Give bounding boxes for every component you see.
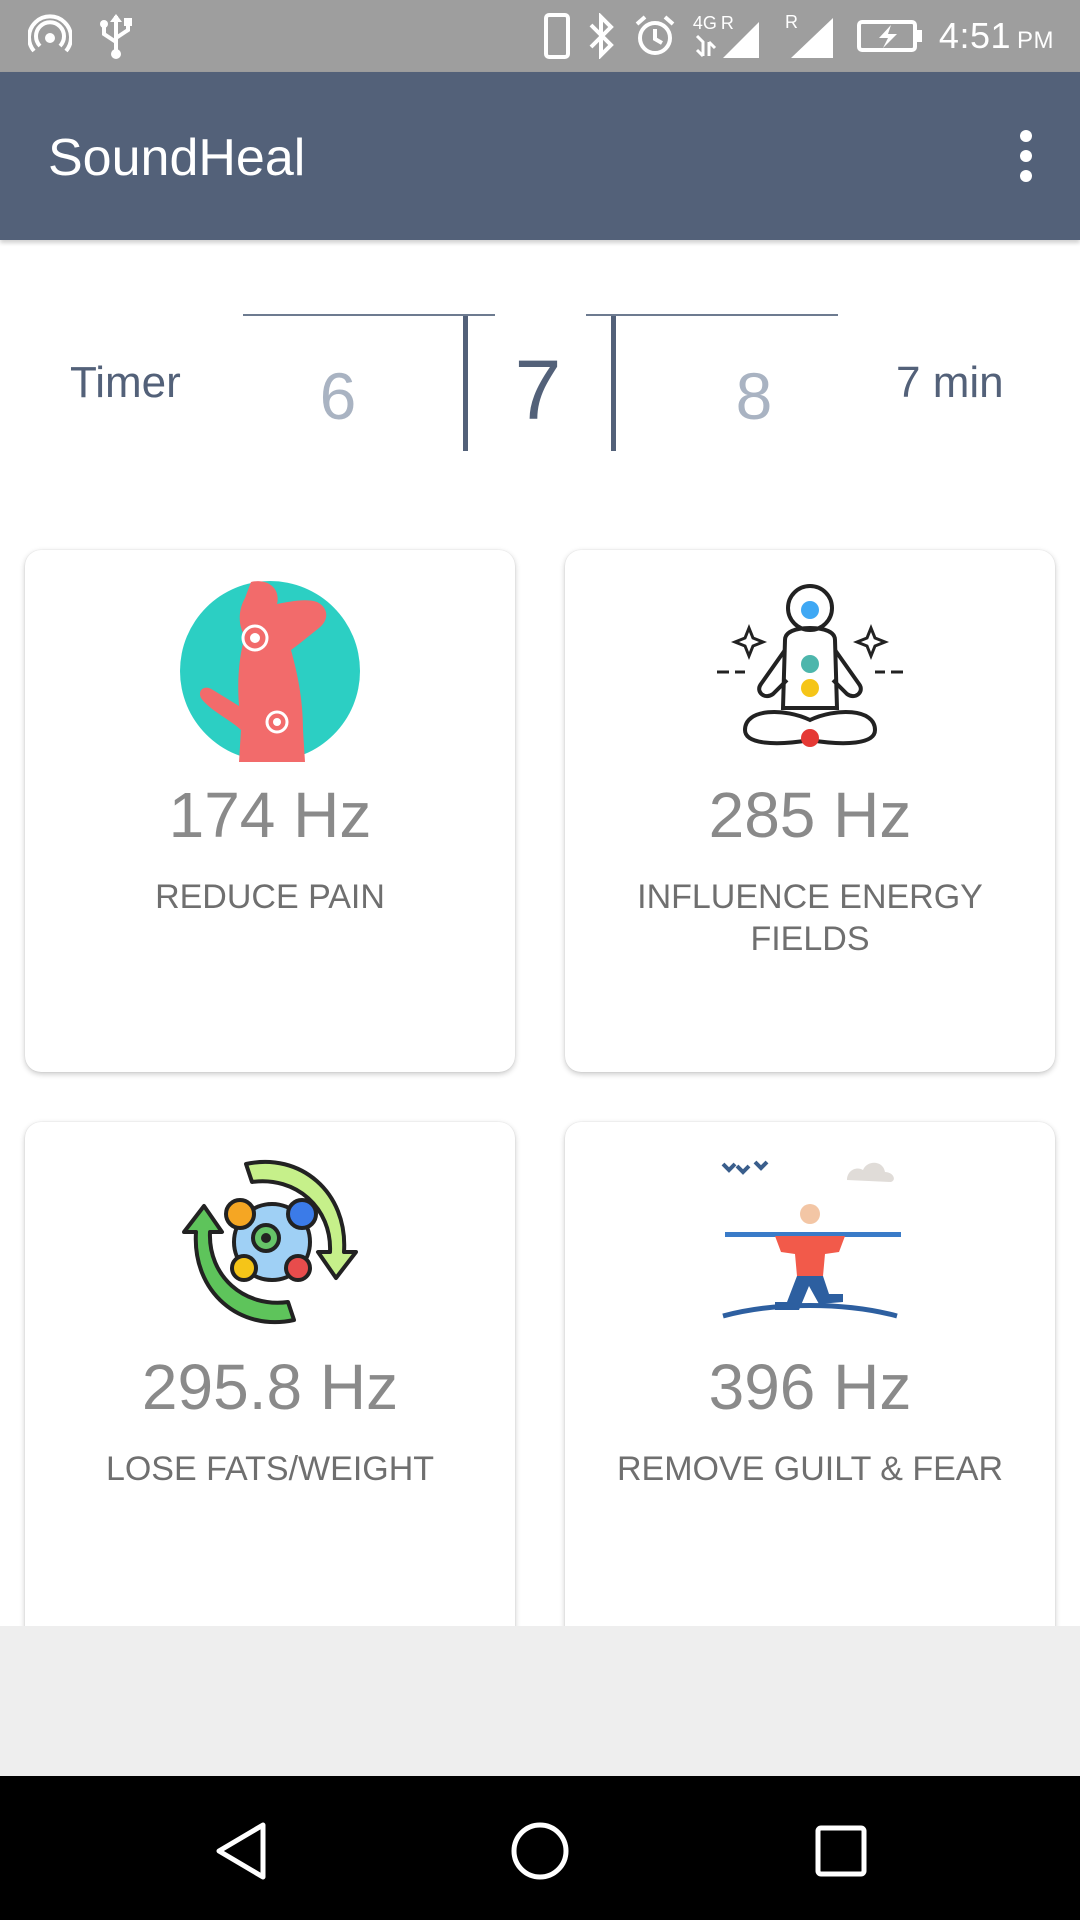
battery-charging-icon [856, 19, 923, 53]
more-vert-icon-dot [1020, 150, 1032, 162]
frequency-description: LOSE FATS/WEIGHT [105, 1450, 435, 1488]
usb-icon [98, 12, 134, 60]
back-button[interactable] [196, 1806, 286, 1896]
recents-button[interactable] [796, 1806, 886, 1896]
frequency-description: INFLUENCE ENERGY FIELDS [637, 878, 983, 958]
picker-divider [463, 316, 468, 451]
frequency-value: 295.8 Hz [141, 1351, 399, 1423]
signal-4g-icon: 4G R [693, 12, 767, 60]
metabolism-cycle-icon [25, 1152, 515, 1332]
phone-icon [543, 13, 571, 59]
timer-label: Timer [70, 358, 181, 407]
clock-ampm: PM [1017, 27, 1054, 54]
back-icon [216, 1822, 266, 1880]
status-right: 4G R R 4:51 PM [543, 10, 1054, 62]
content-bottom-area [0, 1626, 1080, 1776]
more-vert-icon-dot [1020, 130, 1032, 142]
bluetooth-icon [587, 13, 617, 59]
home-button[interactable] [495, 1806, 585, 1896]
frequency-value: 174 Hz [168, 779, 372, 851]
status-left [28, 10, 134, 62]
frequency-value: 396 Hz [708, 1351, 912, 1423]
system-navigation-bar [0, 1776, 1080, 1920]
balance-walker-icon [565, 1152, 1055, 1332]
picker-line [586, 314, 838, 316]
status-clock: 4:51 PM [939, 15, 1054, 57]
frequency-description: REDUCE PAIN [155, 878, 385, 916]
frequency-card-174[interactable]: 174 Hz REDUCE PAIN [25, 550, 515, 1072]
home-icon [511, 1822, 569, 1880]
picker-current-value[interactable]: 7 [483, 342, 593, 439]
frequency-description: REMOVE GUILT & FEAR [616, 1450, 1004, 1488]
picker-line [243, 314, 495, 316]
timer-number-picker[interactable]: 6 7 8 [243, 314, 838, 454]
frequency-value: 285 Hz [708, 779, 912, 851]
frequency-card-396[interactable]: 396 Hz REMOVE GUILT & FEAR [565, 1122, 1055, 1642]
picker-prev-value[interactable]: 6 [283, 358, 393, 434]
picker-next-value[interactable]: 8 [699, 358, 809, 434]
recents-icon [815, 1825, 867, 1877]
app-title: SoundHeal [48, 129, 306, 187]
picker-divider [611, 316, 616, 451]
signal-sim2-icon: R [783, 12, 841, 60]
frequency-card-295-8[interactable]: 295.8 Hz LOSE FATS/WEIGHT [25, 1122, 515, 1642]
status-bar: 4G R R 4:51 PM [0, 0, 1080, 72]
back-pain-icon [25, 580, 515, 762]
clock-time: 4:51 [938, 15, 1011, 56]
more-vert-icon-dot [1020, 170, 1032, 182]
svg-text:R: R [785, 12, 798, 32]
frequency-card-285[interactable]: 285 Hz INFLUENCE ENERGY FIELDS [565, 550, 1055, 1072]
hotspot-icon [28, 14, 72, 58]
alarm-icon [633, 14, 677, 58]
meditation-chakra-icon [565, 580, 1055, 760]
timer-value-label: 7 min [896, 358, 1004, 407]
app-bar: SoundHeal [0, 72, 1080, 240]
more-options-button[interactable] [994, 124, 1058, 188]
timer-row: Timer 6 7 8 7 min [0, 240, 1080, 500]
